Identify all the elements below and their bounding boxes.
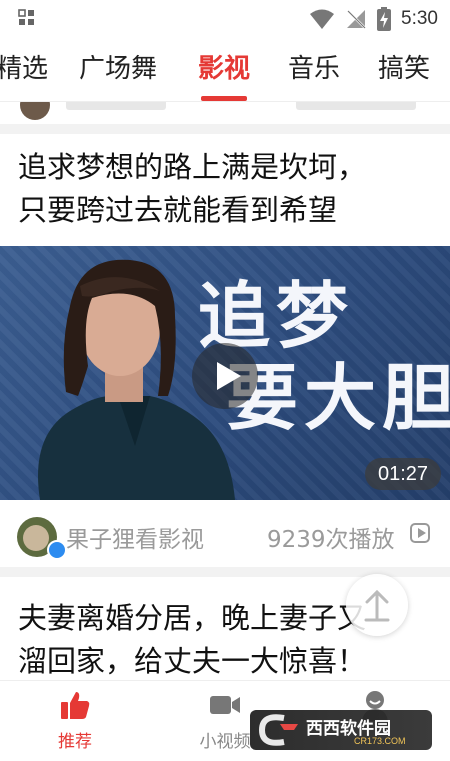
title-line: 追求梦想的路上满是坎坷，	[18, 150, 367, 184]
watermark-logo: 西西软件园 CR173.COM	[250, 710, 432, 750]
video-duration: 01:27	[365, 458, 441, 490]
avatar	[20, 102, 50, 120]
notification-grid-icon	[18, 9, 34, 25]
status-bar: 5:30	[0, 0, 450, 38]
tab-square-dance[interactable]: 广场舞	[79, 52, 157, 86]
nav-label: 推荐	[58, 732, 92, 752]
category-tabs: 精选 广场舞 影视 音乐 搞笑	[0, 38, 450, 102]
wifi-icon	[310, 9, 335, 29]
logo-mark-icon	[258, 714, 298, 746]
play-count: 9239次播放	[267, 527, 395, 553]
video-camera-icon	[210, 696, 240, 714]
verified-badge-icon	[47, 540, 67, 560]
title-line: 只要跨过去就能看到希望	[18, 193, 338, 227]
thumbnail-text-line: 要大胆	[226, 356, 450, 440]
signal-off-icon	[347, 10, 366, 29]
previous-item-partial	[0, 102, 450, 122]
tab-music[interactable]: 音乐	[288, 52, 340, 86]
video-title[interactable]: 追求梦想的路上满是坎坷， 只要跨过去就能看到希望	[18, 146, 438, 232]
watermark-subtext: CR173.COM	[354, 736, 406, 746]
scroll-to-top-button[interactable]	[346, 574, 408, 636]
play-button[interactable]	[192, 343, 258, 409]
author-name[interactable]: 果子狸看影视	[66, 520, 204, 554]
tab-film[interactable]: 影视	[198, 52, 250, 86]
thumbs-up-icon	[61, 692, 90, 719]
cut-off-author	[66, 102, 166, 110]
nav-recommend[interactable]: 推荐	[25, 681, 125, 761]
title-line: 溜回家，给丈夫一大惊喜！	[18, 644, 367, 678]
status-time: 5:30	[401, 8, 438, 29]
separator	[0, 124, 450, 134]
tab-featured[interactable]: 精选	[0, 52, 48, 86]
play-count-icon	[410, 523, 430, 543]
cut-off-plays	[296, 102, 416, 110]
video-meta: 果子狸看影视 9239次播放	[0, 500, 450, 566]
tab-comedy[interactable]: 搞笑	[378, 52, 430, 86]
arrow-up-icon	[364, 589, 390, 622]
battery-charging-icon	[377, 7, 392, 31]
